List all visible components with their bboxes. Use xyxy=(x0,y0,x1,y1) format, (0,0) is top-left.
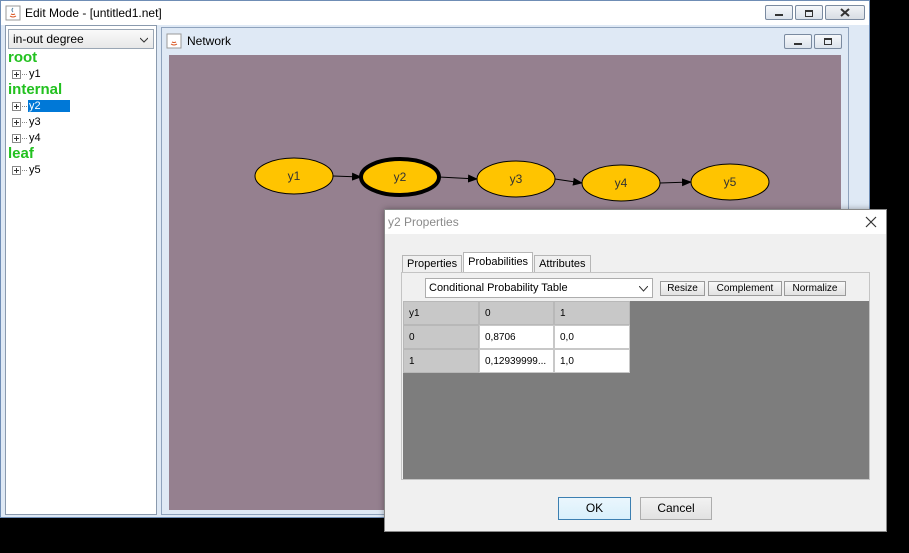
close-icon xyxy=(840,8,850,17)
tree-node-y1[interactable]: y1 xyxy=(8,66,156,82)
network-frame-controls xyxy=(784,34,842,49)
minimize-icon xyxy=(794,43,802,45)
sort-order-dropdown[interactable]: in-out degree xyxy=(8,29,154,49)
cpt-row-header: 0 xyxy=(403,325,479,349)
tab-attributes[interactable]: Attributes xyxy=(534,255,591,272)
normalize-button[interactable]: Normalize xyxy=(784,281,846,296)
node-tree: root y1 internal y2 y3 y4 leaf y5 xyxy=(8,50,156,178)
network-node-y4[interactable]: y4 xyxy=(581,164,661,202)
node-tree-panel: in-out degree root y1 internal y2 y3 y4 … xyxy=(5,25,157,515)
network-title: Network xyxy=(187,34,232,48)
node-label: y5 xyxy=(724,175,737,189)
minimize-button[interactable] xyxy=(765,5,793,20)
cancel-button[interactable]: Cancel xyxy=(640,497,712,520)
expand-icon[interactable] xyxy=(12,165,21,175)
tree-node-label: y4 xyxy=(29,132,41,144)
tab-properties[interactable]: Properties xyxy=(402,255,463,272)
resize-button[interactable]: Resize xyxy=(660,281,705,296)
table-type-dropdown[interactable]: Conditional Probability Table xyxy=(425,278,653,298)
expand-icon[interactable] xyxy=(12,69,21,79)
tree-node-y3[interactable]: y3 xyxy=(8,114,156,130)
node-layer: y1 y2 y3 y4 y5 xyxy=(254,157,770,202)
window-title: Edit Mode - [untitled1.net] xyxy=(25,6,162,20)
tree-node-y5[interactable]: y5 xyxy=(8,162,156,178)
window-controls xyxy=(765,5,865,20)
node-label: y3 xyxy=(510,172,523,186)
maximize-icon xyxy=(824,38,832,45)
close-button[interactable] xyxy=(825,5,865,20)
chevron-down-icon xyxy=(140,37,148,43)
group-label-leaf: leaf xyxy=(8,145,34,162)
tab-probabilities[interactable]: Probabilities xyxy=(463,252,534,272)
edge-y1-y2[interactable] xyxy=(332,172,362,181)
network-minimize-button[interactable] xyxy=(784,34,812,49)
probabilities-panel: Conditional Probability Table Resize Com… xyxy=(401,272,870,480)
expand-icon[interactable] xyxy=(12,101,21,111)
cpt-header-parent: y1 xyxy=(403,301,479,325)
node-label: y4 xyxy=(615,176,628,190)
network-node-y2[interactable]: y2 xyxy=(359,157,441,197)
network-node-y3[interactable]: y3 xyxy=(476,160,556,198)
cpt-cell[interactable]: 0,8706 xyxy=(479,325,554,349)
expand-icon[interactable] xyxy=(12,133,21,143)
group-label-root: root xyxy=(8,49,38,66)
group-label-internal: internal xyxy=(8,81,63,98)
edge-y3-y4[interactable] xyxy=(554,177,583,186)
cpt-cell[interactable]: 0,12939999... xyxy=(479,349,554,373)
tree-node-y4[interactable]: y4 xyxy=(8,130,156,146)
node-label: y2 xyxy=(394,170,407,184)
tree-node-label: y3 xyxy=(29,116,41,128)
java-app-icon xyxy=(166,33,182,49)
dialog-title: y2 Properties xyxy=(385,210,886,234)
complement-button[interactable]: Complement xyxy=(708,281,782,296)
dialog-close-icon[interactable] xyxy=(864,215,878,229)
expand-icon[interactable] xyxy=(12,117,21,127)
network-node-y1[interactable]: y1 xyxy=(254,157,334,195)
tree-node-y2[interactable]: y2 xyxy=(8,98,156,114)
dialog-tabs: Properties Probabilities Attributes xyxy=(402,252,592,272)
node-label: y1 xyxy=(288,169,301,183)
sort-order-value: in-out degree xyxy=(13,32,84,46)
edge-y4-y5[interactable] xyxy=(659,178,692,187)
cpt-header-state: 1 xyxy=(554,301,630,325)
edge-y2-y3[interactable] xyxy=(438,174,478,183)
cpt-cell[interactable]: 0,0 xyxy=(554,325,630,349)
network-titlebar: Network xyxy=(162,28,848,54)
ok-button[interactable]: OK xyxy=(558,497,631,520)
tree-node-label-selected: y2 xyxy=(28,100,70,112)
tree-node-label: y5 xyxy=(29,164,41,176)
main-titlebar: Edit Mode - [untitled1.net] xyxy=(1,1,869,25)
network-node-y5[interactable]: y5 xyxy=(690,163,770,201)
properties-dialog: y2 Properties Properties Probabilities A… xyxy=(384,209,887,532)
maximize-button[interactable] xyxy=(795,5,823,20)
maximize-icon xyxy=(805,9,813,17)
network-maximize-button[interactable] xyxy=(814,34,842,49)
cpt-cell[interactable]: 1,0 xyxy=(554,349,630,373)
minimize-icon xyxy=(775,13,783,16)
table-type-value: Conditional Probability Table xyxy=(429,282,568,294)
cpt-header-state: 0 xyxy=(479,301,554,325)
chevron-down-icon xyxy=(639,286,648,292)
tree-node-label: y1 xyxy=(29,68,41,80)
java-app-icon xyxy=(5,5,21,21)
cpt-row-header: 1 xyxy=(403,349,479,373)
cpt-grid: y1 0 1 0 0,8706 0,0 1 0,12939999... 1,0 xyxy=(403,301,869,479)
